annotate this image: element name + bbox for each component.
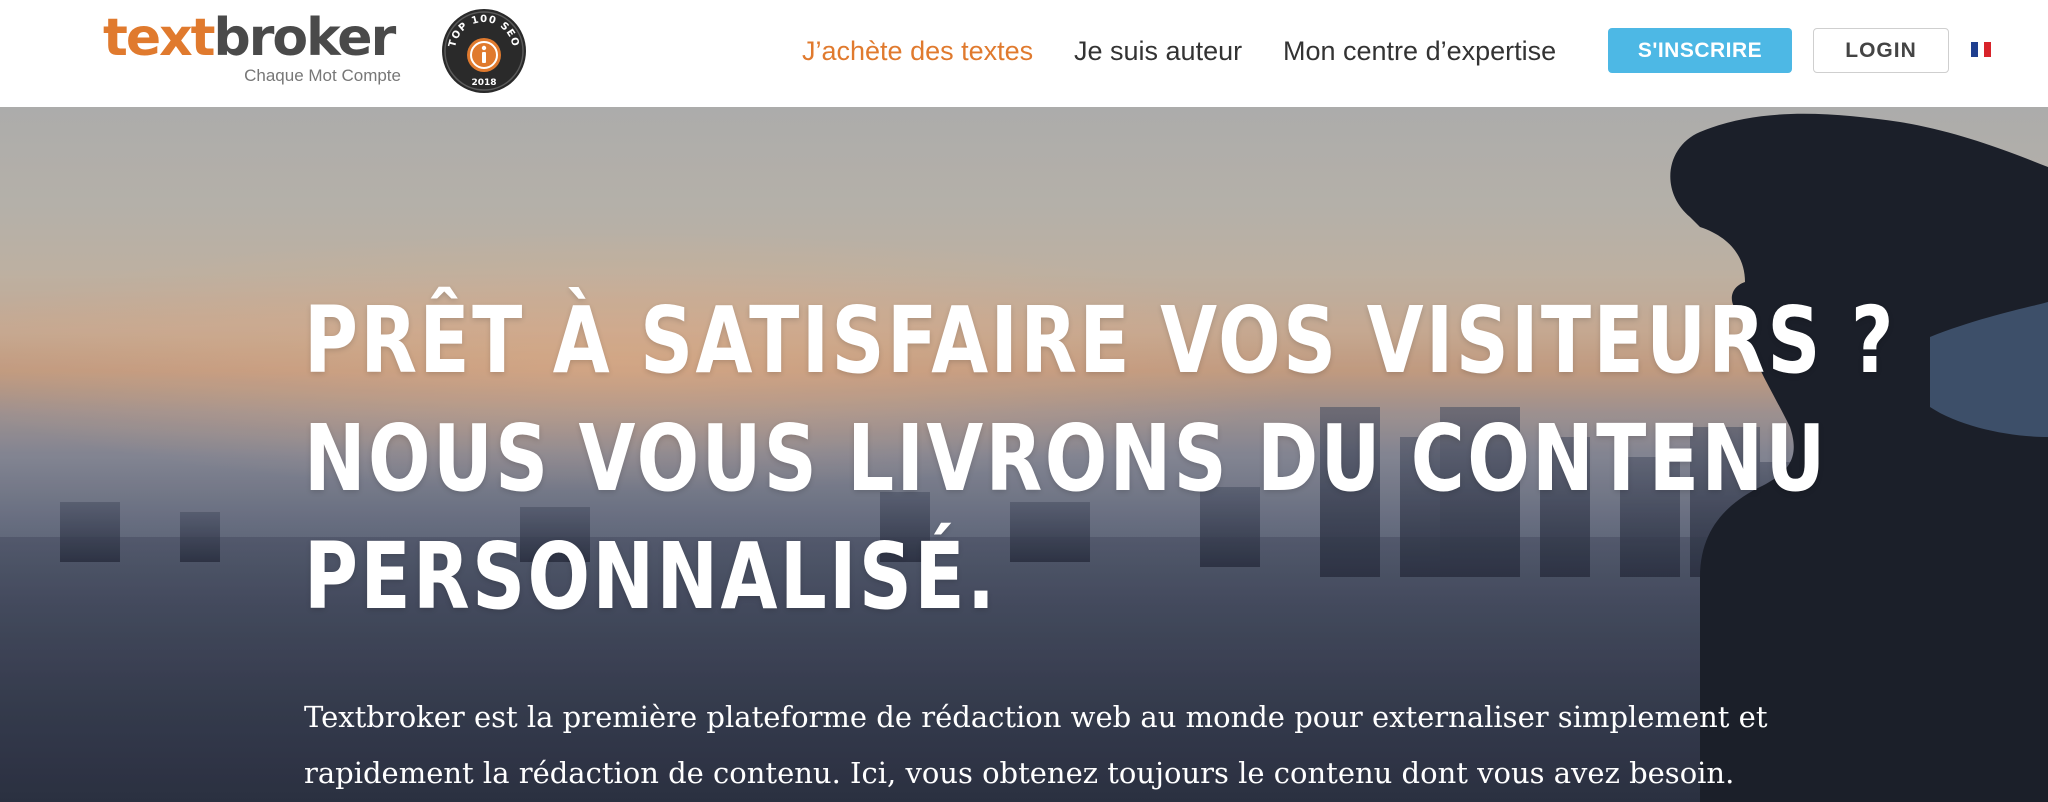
textbroker-logo[interactable]: textbroker Chaque Mot Compte bbox=[103, 10, 403, 90]
headline-line: NOUS VOUS LIVRONS DU CONTENU bbox=[304, 405, 1828, 512]
nav-item-buy-texts[interactable]: J’achète des textes bbox=[802, 28, 1033, 74]
logo-wordmark-text: text bbox=[103, 8, 216, 68]
site-header: textbroker Chaque Mot Compte TOP 100 SEO… bbox=[0, 0, 2048, 107]
france-flag-icon[interactable] bbox=[1971, 42, 1992, 57]
badge-year: 2018 bbox=[471, 78, 496, 88]
headline-line: PERSONNALISÉ. bbox=[304, 523, 998, 630]
nav-item-expertise-center[interactable]: Mon centre d’expertise bbox=[1283, 28, 1556, 74]
headline-line: PRÊT À SATISFAIRE VOS VISITEURS ? bbox=[304, 287, 1896, 394]
top-100-seo-badge: TOP 100 SEO 2018 bbox=[441, 8, 527, 94]
signup-button[interactable]: S'INSCRIRE bbox=[1608, 28, 1792, 73]
nav-item-author[interactable]: Je suis auteur bbox=[1074, 28, 1242, 74]
logo-wordmark-broker: broker bbox=[213, 8, 397, 68]
intro-line: Textbroker est la première plateforme de… bbox=[304, 700, 1768, 734]
hero-section: PRÊT À SATISFAIRE VOS VISITEURS ? NOUS V… bbox=[0, 107, 2048, 802]
logo-wordmark: textbroker bbox=[103, 8, 397, 68]
logo-tagline: Chaque Mot Compte bbox=[244, 66, 401, 85]
hero-intro-text: Textbroker est la première plateforme de… bbox=[304, 689, 1804, 801]
info-i-badge-icon: TOP 100 SEO 2018 bbox=[442, 9, 526, 93]
intro-line: rapidement la rédaction de contenu. Ici,… bbox=[304, 756, 1735, 790]
hero-headline: PRÊT À SATISFAIRE VOS VISITEURS ? NOUS V… bbox=[304, 282, 1896, 636]
login-button[interactable]: LOGIN bbox=[1813, 28, 1949, 73]
